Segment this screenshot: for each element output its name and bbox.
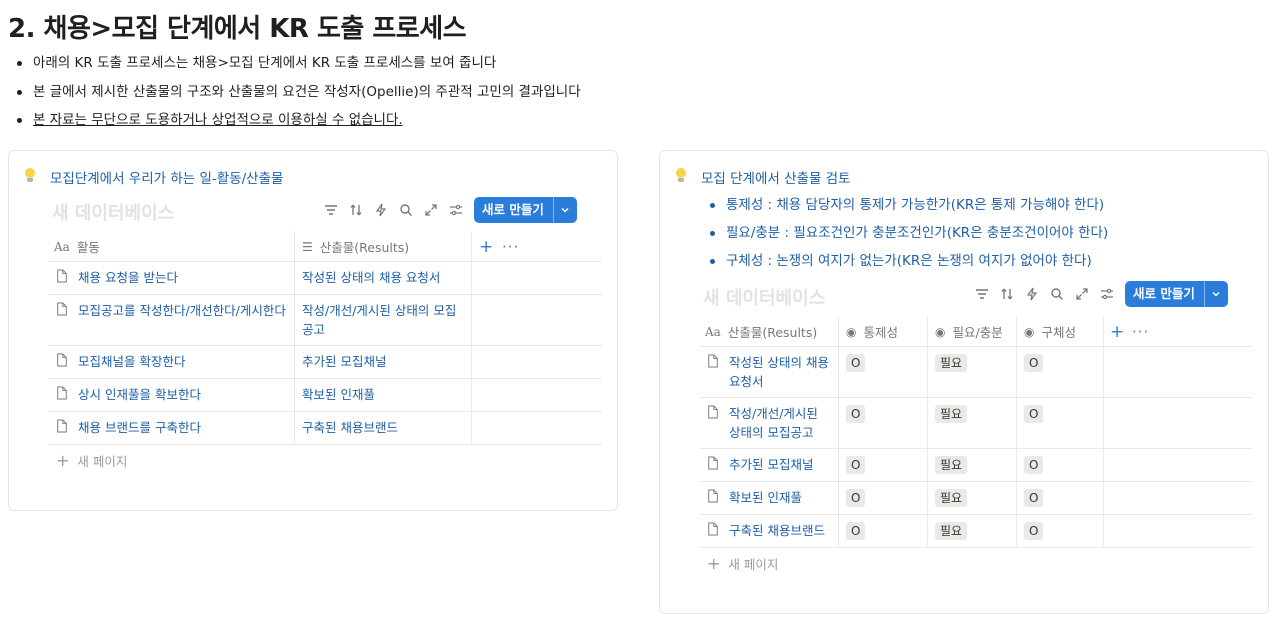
bullet-item: 구체성 : 논쟁의 여지가 없는가(KR은 논쟁의 여지가 없어야 한다) [707, 250, 1108, 278]
db-toolbar [974, 286, 1115, 302]
search-icon[interactable] [398, 202, 414, 218]
title-property-icon: Aa [54, 239, 70, 254]
activities-table: Aa 활동 ☰ 산출물(Results) + ··· 채용 요청을 받는다 작성된 … [49, 231, 602, 445]
more-options-icon[interactable]: ··· [502, 231, 519, 262]
page-icon [56, 353, 70, 378]
select-property-icon: ◉ [1024, 324, 1035, 339]
option-tag: 필요 [935, 489, 968, 507]
callout-title[interactable]: 모집 단계에서 산출물 검토 [701, 167, 851, 187]
database-title[interactable]: 새 데이터베이스 [703, 284, 825, 310]
header-activity[interactable]: Aa 활동 [54, 231, 100, 262]
table-header: Aa 활동 ☰ 산출물(Results) + ··· [49, 231, 602, 262]
intro-bullets: 아래의 KR 도출 프로세스는 채용>모집 단계에서 KR 도출 프로세스를 보… [14, 52, 581, 138]
table-row[interactable]: 상시 인재풀을 확보한다 확보된 인재풀 [49, 379, 602, 412]
new-item-button[interactable]: 새로 만들기 [474, 197, 577, 223]
settings-icon[interactable] [448, 202, 464, 218]
search-icon[interactable] [1049, 286, 1065, 302]
option-tag: O [1024, 405, 1044, 423]
option-tag: O [1024, 489, 1044, 507]
bullet-item: 본 자료는 무단으로 도용하거나 상업적으로 이용하실 수 없습니다. [14, 109, 581, 138]
page-icon [56, 419, 70, 444]
expand-icon[interactable] [1074, 286, 1090, 302]
automation-icon[interactable] [373, 202, 389, 218]
table-row[interactable]: 구축된 채용브랜드 O 필요 O [700, 515, 1252, 548]
page-icon [707, 456, 721, 481]
plus-icon: + [707, 554, 721, 573]
filter-icon[interactable] [974, 286, 990, 302]
option-tag: O [846, 354, 866, 372]
review-table: Aa 산출물(Results) ◉ 통제성 ◉ 필요/충분 ◉ 구체성 + ··· 작성… [700, 316, 1252, 548]
bullet-item: 아래의 KR 도출 프로세스는 채용>모집 단계에서 KR 도출 프로세스를 보… [14, 52, 581, 81]
header-spec[interactable]: ◉ 구체성 [1024, 316, 1076, 347]
expand-icon[interactable] [423, 202, 439, 218]
new-page-button[interactable]: + 새 페이지 [707, 554, 778, 573]
table-row[interactable]: 모집채널을 확장한다 추가된 모집채널 [49, 346, 602, 379]
table-row[interactable]: 작성/개선/게시된 상태의 모집공고 O 필요 O [700, 398, 1252, 449]
lightbulb-icon [23, 168, 37, 186]
table-row[interactable]: 채용 요청을 받는다 작성된 상태의 채용 요청서 [49, 262, 602, 295]
header-need[interactable]: ◉ 필요/충분 [935, 316, 1003, 347]
callout-activities: 모집단계에서 우리가 하는 일-활동/산출물 새 데이터베이스 새로 만들기 A… [8, 150, 618, 511]
table-row[interactable]: 추가된 모집채널 O 필요 O [700, 449, 1252, 482]
chevron-down-icon[interactable] [1203, 281, 1228, 307]
database-title[interactable]: 새 데이터베이스 [52, 199, 174, 225]
page-icon [56, 386, 70, 411]
new-page-button[interactable]: + 새 페이지 [56, 451, 127, 470]
option-tag: O [846, 405, 866, 423]
option-tag: O [1024, 522, 1044, 540]
criteria-bullets: 통제성 : 채용 담당자의 통제가 가능한가(KR은 통제 가능해야 한다) 필… [707, 194, 1108, 278]
option-tag: 필요 [935, 456, 968, 474]
new-item-button[interactable]: 새로 만들기 [1125, 281, 1228, 307]
title-property-icon: Aa [705, 324, 721, 339]
table-row[interactable]: 작성된 상태의 채용 요청서 O 필요 O [700, 347, 1252, 398]
table-row[interactable]: 확보된 인재풀 O 필요 O [700, 482, 1252, 515]
option-tag: O [846, 522, 866, 540]
page-icon [56, 302, 70, 345]
page-icon [707, 405, 721, 448]
callout-review: 모집 단계에서 산출물 검토 통제성 : 채용 담당자의 통제가 가능한가(KR… [659, 150, 1269, 614]
option-tag: 필요 [935, 354, 968, 372]
table-header: Aa 산출물(Results) ◉ 통제성 ◉ 필요/충분 ◉ 구체성 + ··· [700, 316, 1252, 347]
page-icon [707, 489, 721, 514]
option-tag: O [846, 456, 866, 474]
db-toolbar [323, 202, 464, 218]
header-control[interactable]: ◉ 통제성 [846, 316, 898, 347]
bullet-item: 통제성 : 채용 담당자의 통제가 가능한가(KR은 통제 가능해야 한다) [707, 194, 1108, 222]
text-property-icon: ☰ [302, 239, 313, 254]
filter-icon[interactable] [323, 202, 339, 218]
add-property-icon[interactable]: + [1110, 316, 1124, 347]
option-tag: 필요 [935, 522, 968, 540]
option-tag: O [1024, 456, 1044, 474]
bullet-item: 필요/충분 : 필요조건인가 충분조건인가(KR은 충분조건이어야 한다) [707, 222, 1108, 250]
table-row[interactable]: 모집공고를 작성한다/개선한다/게시한다 작성/개선/게시된 상태의 모집공고 [49, 295, 602, 346]
option-tag: O [1024, 354, 1044, 372]
page-heading: 2. 채용>모집 단계에서 KR 도출 프로세스 [8, 14, 467, 44]
bullet-item: 본 글에서 제시한 산출물의 구조와 산출물의 요건은 작성자(Opellie)… [14, 81, 581, 110]
chevron-down-icon[interactable] [552, 197, 577, 223]
more-options-icon[interactable]: ··· [1132, 316, 1149, 347]
automation-icon[interactable] [1024, 286, 1040, 302]
table-row[interactable]: 채용 브랜드를 구축한다 구축된 채용브랜드 [49, 412, 602, 445]
option-tag: O [846, 489, 866, 507]
callout-title[interactable]: 모집단계에서 우리가 하는 일-활동/산출물 [50, 167, 283, 187]
settings-icon[interactable] [1099, 286, 1115, 302]
select-property-icon: ◉ [935, 324, 946, 339]
sort-icon[interactable] [999, 286, 1015, 302]
page-icon [56, 269, 70, 294]
select-property-icon: ◉ [846, 324, 857, 339]
header-output[interactable]: ☰ 산출물(Results) [302, 231, 409, 262]
sort-icon[interactable] [348, 202, 364, 218]
header-output[interactable]: Aa 산출물(Results) [705, 316, 817, 347]
lightbulb-icon [674, 168, 688, 186]
plus-icon: + [56, 451, 70, 470]
page-icon [707, 354, 721, 397]
option-tag: 필요 [935, 405, 968, 423]
add-property-icon[interactable]: + [479, 231, 493, 262]
page-icon [707, 522, 721, 547]
